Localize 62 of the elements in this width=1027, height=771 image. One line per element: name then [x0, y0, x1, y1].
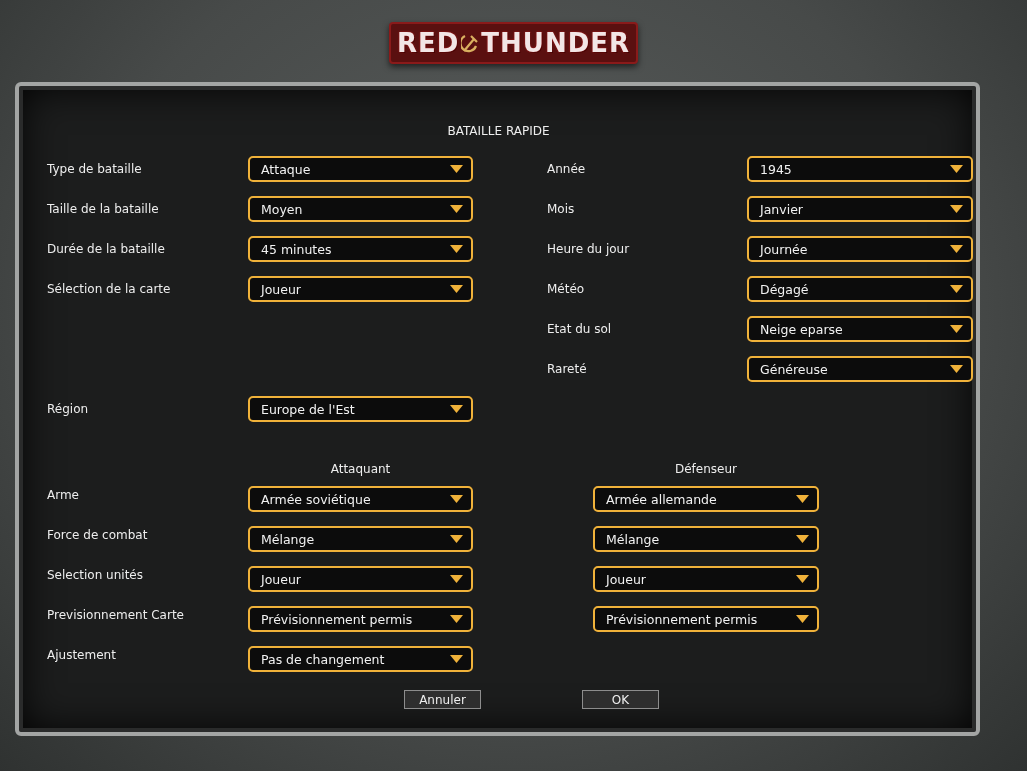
dropdown[interactable]: Moyen: [248, 196, 473, 222]
field-label: Mois: [547, 202, 576, 216]
field-label: Rareté: [547, 362, 588, 376]
dropdown[interactable]: 1945: [747, 156, 973, 182]
dropdown[interactable]: Journée: [747, 236, 973, 262]
caret-icon: [796, 535, 809, 543]
caret-icon: [950, 365, 963, 373]
caret-icon: [450, 575, 463, 583]
dropdown[interactable]: Prévisionnement permis: [593, 606, 819, 632]
dropdown[interactable]: Joueur: [593, 566, 819, 592]
caret-icon: [950, 285, 963, 293]
caret-icon: [796, 575, 809, 583]
field-label: Previsionnement Carte: [47, 608, 185, 622]
caret-icon: [950, 245, 963, 253]
caret-icon: [450, 405, 463, 413]
caret-icon: [450, 245, 463, 253]
dropdown[interactable]: Armée soviétique: [248, 486, 473, 512]
ok-button[interactable]: OK: [582, 690, 659, 709]
field-label: Année: [547, 162, 587, 176]
dropdown[interactable]: Armée allemande: [593, 486, 819, 512]
field-label: Taille de la bataille: [47, 202, 160, 216]
dropdown[interactable]: Attaque: [248, 156, 473, 182]
field-label: Ajustement: [47, 648, 117, 662]
caret-icon: [450, 205, 463, 213]
column-heading: Attaquant: [329, 462, 392, 476]
dropdown[interactable]: Pas de changement: [248, 646, 473, 672]
dropdown[interactable]: 45 minutes: [248, 236, 473, 262]
caret-icon: [450, 655, 463, 663]
caret-icon: [450, 535, 463, 543]
caret-icon: [450, 495, 463, 503]
dropdown[interactable]: Mélange: [593, 526, 819, 552]
field-label: Heure du jour: [547, 242, 631, 256]
dropdown[interactable]: Mélange: [248, 526, 473, 552]
caret-icon: [450, 285, 463, 293]
field-label: Selection unités: [47, 568, 144, 582]
field-label: Force de combat: [47, 528, 149, 542]
column-heading: Défenseur: [674, 462, 738, 476]
field-label: Arme: [47, 488, 80, 502]
field-label: Météo: [547, 282, 586, 296]
caret-icon: [450, 615, 463, 623]
dropdown[interactable]: Prévisionnement permis: [248, 606, 473, 632]
game-logo: RED THUNDER: [388, 22, 639, 64]
dropdown[interactable]: Dégagé: [747, 276, 973, 302]
caret-icon: [450, 165, 463, 173]
dialog-title: BATAILLE RAPIDE: [446, 124, 551, 138]
dropdown[interactable]: Europe de l'Est: [248, 396, 473, 422]
caret-icon: [950, 205, 963, 213]
field-label: Type de bataille: [47, 162, 143, 176]
caret-icon: [796, 615, 809, 623]
dropdown[interactable]: Neige eparse: [747, 316, 973, 342]
dropdown[interactable]: Joueur: [248, 276, 473, 302]
dropdown[interactable]: Janvier: [747, 196, 973, 222]
dropdown[interactable]: Généreuse: [747, 356, 973, 382]
field-label: Sélection de la carte: [47, 282, 172, 296]
caret-icon: [950, 325, 963, 333]
caret-icon: [796, 495, 809, 503]
field-label: Durée de la bataille: [47, 242, 166, 256]
caret-icon: [950, 165, 963, 173]
cancel-button[interactable]: Annuler: [404, 690, 481, 709]
field-label: Région: [47, 402, 90, 416]
field-label: Etat du sol: [547, 322, 613, 336]
dropdown[interactable]: Joueur: [248, 566, 473, 592]
